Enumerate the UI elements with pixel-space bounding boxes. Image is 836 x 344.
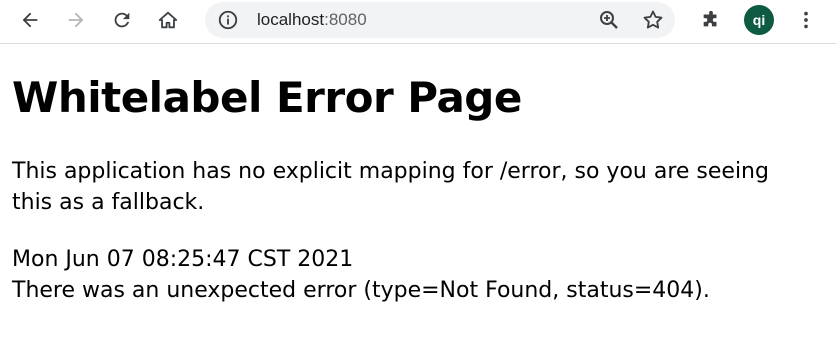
url-text[interactable]: localhost:8080 [257,9,367,31]
puzzle-icon [703,10,717,27]
error-status: There was an unexpected error (type=Not … [12,278,710,303]
forward-button[interactable] [60,4,92,36]
error-timestamp: Mon Jun 07 08:25:47 CST 2021 [12,247,354,272]
error-message: This application has no explicit mapping… [12,159,769,215]
extensions-button[interactable] [695,4,727,36]
arrow-right-icon [68,12,84,28]
reload-icon [114,12,130,28]
back-button[interactable] [14,4,46,36]
star-icon[interactable] [641,8,665,32]
arrow-left-icon [22,12,38,28]
kebab-menu-icon [804,11,808,29]
page-content: Whitelabel Error Page This application h… [12,52,824,306]
address-bar[interactable]: localhost:8080 [205,2,675,38]
zoom-icon[interactable] [597,8,621,32]
reload-button[interactable] [106,4,138,36]
home-icon [158,11,178,29]
page-title: Whitelabel Error Page [12,73,522,122]
url-port: :8080 [324,10,367,29]
error-details: Mon Jun 07 08:25:47 CST 2021 There was a… [12,244,824,306]
info-icon[interactable] [217,9,239,31]
browser-toolbar: localhost:8080 qi [0,0,836,44]
home-button[interactable] [152,4,184,36]
profile-avatar[interactable]: qi [744,5,774,35]
menu-button[interactable] [790,4,822,36]
url-host: localhost [257,10,325,29]
